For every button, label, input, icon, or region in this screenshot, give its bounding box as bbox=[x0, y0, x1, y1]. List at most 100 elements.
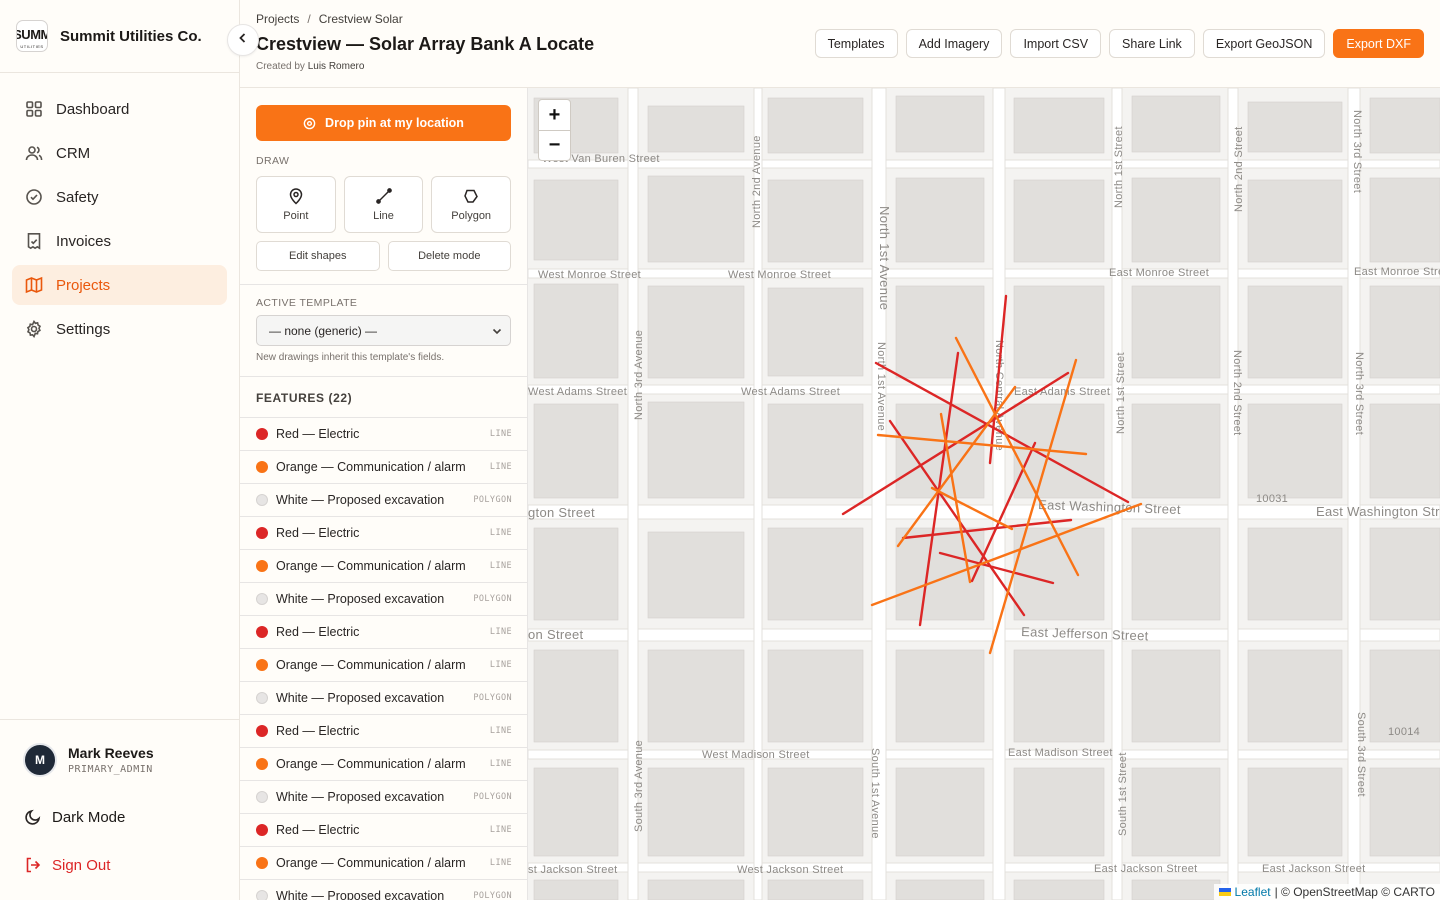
nav-label: Settings bbox=[56, 320, 111, 338]
street-label: East Adams Street bbox=[1014, 386, 1110, 398]
breadcrumb-projects[interactable]: Projects bbox=[256, 12, 299, 26]
feature-name: Red — Electric bbox=[276, 823, 360, 837]
street-label: West Jackson Street bbox=[737, 864, 843, 876]
feature-name: Red — Electric bbox=[276, 724, 360, 738]
map-icon bbox=[24, 275, 44, 295]
feature-type: LINE bbox=[489, 561, 512, 571]
feature-row[interactable]: Red — Electric LINE bbox=[240, 517, 527, 550]
feature-type: LINE bbox=[489, 726, 512, 736]
feature-name: Orange — Communication / alarm bbox=[276, 559, 466, 573]
header-actions: Templates Add Imagery Import CSV Share L… bbox=[814, 29, 1424, 58]
feature-row[interactable]: Red — Electric LINE bbox=[240, 616, 527, 649]
street-label: West Madison Street bbox=[702, 749, 810, 761]
feature-row[interactable]: Orange — Communication / alarm LINE bbox=[240, 649, 527, 682]
target-icon bbox=[303, 117, 316, 130]
street-label: North 2nd Avenue bbox=[751, 135, 763, 228]
sidebar: SUMM UTILITIES Summit Utilities Co. Dash… bbox=[0, 0, 240, 900]
nav-item-projects[interactable]: Projects bbox=[12, 265, 227, 305]
feature-row[interactable]: Orange — Communication / alarm LINE bbox=[240, 748, 527, 781]
page-title: Crestview — Solar Array Bank A Locate bbox=[256, 34, 595, 54]
user-card[interactable]: M Mark Reeves PRIMARY_ADMIN bbox=[0, 720, 239, 777]
nav-item-settings[interactable]: Settings bbox=[12, 309, 227, 349]
feature-name: Red — Electric bbox=[276, 625, 360, 639]
street-label: East Jackson Street bbox=[1094, 863, 1198, 875]
feature-row[interactable]: Orange — Communication / alarm LINE bbox=[240, 847, 527, 880]
line-tool-button[interactable]: Line bbox=[343, 176, 424, 233]
delete-mode-button[interactable]: Delete mode bbox=[387, 241, 511, 271]
street-label: South 3rd Street bbox=[1355, 712, 1367, 797]
street-label: West Adams Street bbox=[528, 386, 627, 398]
breadcrumb-current[interactable]: Crestview Solar bbox=[319, 12, 403, 26]
tool-panel: Drop pin at my location DRAW Point Line … bbox=[240, 88, 528, 900]
street-label: North 1st Avenue bbox=[875, 342, 887, 431]
add-imagery-button[interactable]: Add Imagery bbox=[905, 29, 1003, 58]
feature-type: POLYGON bbox=[473, 693, 512, 703]
feature-name: White — Proposed excavation bbox=[276, 790, 445, 804]
feature-type: LINE bbox=[489, 825, 512, 835]
street-label: North 3rd Street bbox=[1353, 352, 1365, 435]
sign-out-button[interactable]: Sign Out bbox=[0, 853, 110, 877]
nav-item-dashboard[interactable]: Dashboard bbox=[12, 89, 227, 129]
brand[interactable]: SUMM UTILITIES Summit Utilities Co. bbox=[0, 0, 239, 73]
created-by-label: Created by bbox=[256, 61, 305, 72]
street-label: gton Street bbox=[528, 505, 595, 520]
ukraine-flag-icon bbox=[1218, 888, 1231, 896]
feature-row[interactable]: White — Proposed excavation POLYGON bbox=[240, 880, 527, 900]
avatar: M bbox=[23, 743, 57, 777]
polygon-icon bbox=[463, 187, 479, 205]
receipt-icon bbox=[24, 231, 44, 251]
templates-button[interactable]: Templates bbox=[814, 29, 898, 58]
leaflet-link[interactable]: Leaflet bbox=[1235, 885, 1271, 899]
feature-name: Orange — Communication / alarm bbox=[276, 460, 466, 474]
feature-row[interactable]: White — Proposed excavation POLYGON bbox=[240, 484, 527, 517]
feature-type: POLYGON bbox=[473, 792, 512, 802]
feature-row[interactable]: Orange — Communication / alarm LINE bbox=[240, 451, 527, 484]
template-select[interactable]: — none (generic) — bbox=[256, 315, 511, 346]
logout-icon bbox=[24, 856, 42, 874]
feature-color-swatch bbox=[256, 692, 268, 704]
feature-row[interactable]: White — Proposed excavation POLYGON bbox=[240, 781, 527, 814]
feature-color-swatch bbox=[256, 560, 268, 572]
point-tool-label: Point bbox=[283, 210, 309, 222]
feature-row[interactable]: White — Proposed excavation POLYGON bbox=[240, 583, 527, 616]
feature-row[interactable]: White — Proposed excavation POLYGON bbox=[240, 682, 527, 715]
nav-item-crm[interactable]: CRM bbox=[12, 133, 227, 173]
breadcrumb: Projects / Crestview Solar bbox=[256, 12, 403, 26]
feature-row[interactable]: Red — Electric LINE bbox=[240, 715, 527, 748]
export-dxf-button[interactable]: Export DXF bbox=[1333, 29, 1424, 58]
street-label: East Monroe Stre bbox=[1354, 266, 1440, 278]
nav-item-safety[interactable]: Safety bbox=[12, 177, 227, 217]
map-view[interactable]: West Van Buren Street West Monroe Street… bbox=[528, 88, 1440, 900]
template-select-value: — none (generic) — bbox=[269, 323, 378, 338]
polygon-tool-label: Polygon bbox=[451, 210, 492, 222]
feature-type: LINE bbox=[489, 759, 512, 769]
drop-pin-button[interactable]: Drop pin at my location bbox=[256, 105, 511, 141]
feature-color-swatch bbox=[256, 626, 268, 638]
polygon-tool-button[interactable]: Polygon bbox=[431, 176, 512, 233]
feature-name: Orange — Communication / alarm bbox=[276, 856, 466, 870]
street-label: South 1st Avenue bbox=[869, 748, 881, 839]
dark-mode-toggle[interactable]: Dark Mode bbox=[0, 805, 125, 829]
edit-shapes-button[interactable]: Edit shapes bbox=[256, 241, 380, 271]
feature-color-swatch bbox=[256, 857, 268, 869]
basemap: West Van Buren Street West Monroe Street… bbox=[528, 88, 1440, 900]
feature-color-swatch bbox=[256, 593, 268, 605]
feature-color-swatch bbox=[256, 725, 268, 737]
zoom-out-button[interactable]: − bbox=[539, 130, 570, 160]
share-link-button[interactable]: Share Link bbox=[1109, 29, 1195, 58]
zoom-in-button[interactable]: + bbox=[539, 100, 570, 130]
nav-item-invoices[interactable]: Invoices bbox=[12, 221, 227, 261]
collapse-sidebar-button[interactable] bbox=[227, 24, 259, 56]
feature-row[interactable]: Red — Electric LINE bbox=[240, 418, 527, 451]
nav-label: Dashboard bbox=[56, 100, 130, 118]
feature-row[interactable]: Orange — Communication / alarm LINE bbox=[240, 550, 527, 583]
feature-color-swatch bbox=[256, 824, 268, 836]
feature-row[interactable]: Red — Electric LINE bbox=[240, 814, 527, 847]
feature-color-swatch bbox=[256, 461, 268, 473]
feature-type: LINE bbox=[489, 627, 512, 637]
import-csv-button[interactable]: Import CSV bbox=[1010, 29, 1102, 58]
main-nav: Dashboard CRM Safety Invoices Projects S… bbox=[0, 73, 239, 369]
point-tool-button[interactable]: Point bbox=[256, 176, 336, 233]
export-geojson-button[interactable]: Export GeoJSON bbox=[1202, 29, 1326, 58]
user-name: Mark Reeves bbox=[68, 745, 154, 761]
